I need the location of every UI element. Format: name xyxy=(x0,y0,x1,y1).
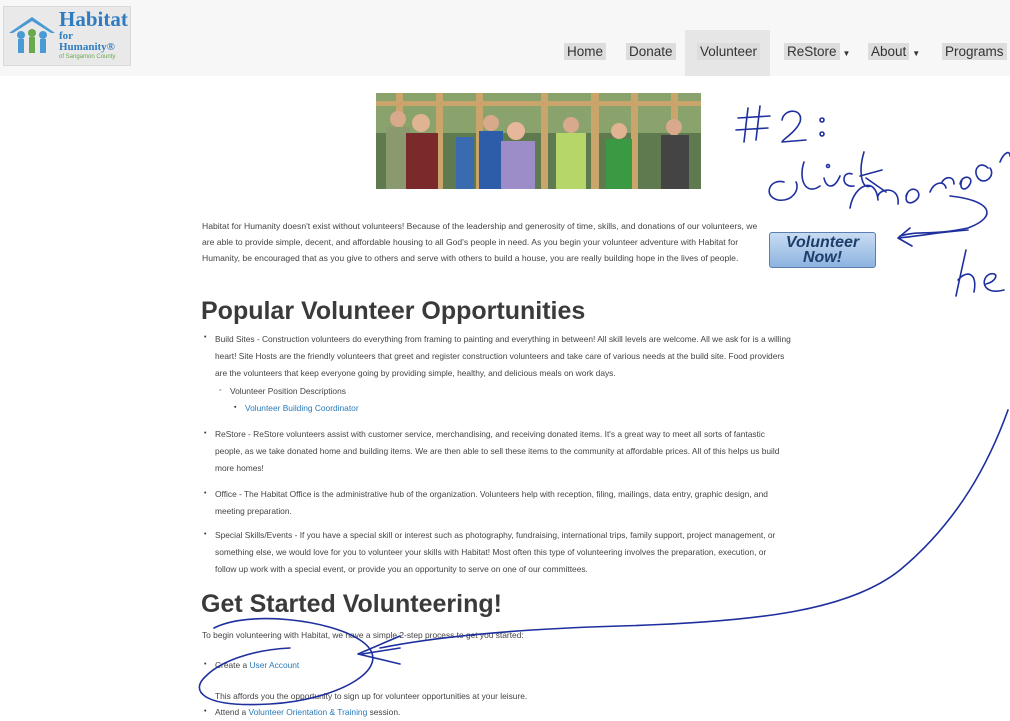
nav-item-about[interactable]: About▼ xyxy=(862,30,924,76)
step1-prefix: Create a xyxy=(215,660,249,670)
bullet: • xyxy=(204,531,206,538)
nav-item-home[interactable]: Home xyxy=(558,30,604,76)
build-sites-item: Build Sites - Construction volunteers do… xyxy=(215,331,895,383)
logo-subtitle: for Humanity® xyxy=(59,31,130,53)
step2-suffix: session. xyxy=(367,707,400,717)
restore-line3: more homes! xyxy=(215,460,895,477)
bullet: • xyxy=(204,708,206,715)
step2-item: Attend a Volunteer Orientation & Trainin… xyxy=(215,704,400,721)
bullet: • xyxy=(204,430,206,437)
restore-item: ReStore - ReStore volunteers assist with… xyxy=(215,426,895,478)
top-navbar: Habitat for Humanity® of Sangamon County… xyxy=(0,0,1010,76)
step2-prefix: Attend a xyxy=(215,707,249,717)
special-line2: something else, we would love for you to… xyxy=(215,544,895,561)
logo-chapter: of Sangamon County xyxy=(59,54,130,60)
intro-paragraph: Habitat for Humanity doesn't exist witho… xyxy=(202,218,772,267)
volunteer-building-coordinator-link[interactable]: Volunteer Building Coordinator xyxy=(245,400,359,417)
get-started-heading: Get Started Volunteering! xyxy=(201,590,502,619)
build-sites-line3: are the volunteers that keep everyone go… xyxy=(215,365,895,382)
habitat-logo[interactable]: Habitat for Humanity® of Sangamon County xyxy=(3,6,131,66)
logo-title: Habitat xyxy=(59,9,130,30)
step1-item: Create a User Account xyxy=(215,657,299,674)
special-skills-item: Special Skills/Events - If you have a sp… xyxy=(215,527,895,579)
bullet: • xyxy=(204,334,206,341)
house-people-icon xyxy=(7,13,57,55)
nav-label-about: About xyxy=(868,43,909,60)
special-line3: follow up work with a special event, or … xyxy=(215,561,895,578)
office-item: Office - The Habitat Office is the admin… xyxy=(215,486,895,520)
nav-item-programs[interactable]: Programs▼ xyxy=(936,30,1010,76)
orientation-training-link[interactable]: Volunteer Orientation & Training xyxy=(249,707,368,717)
volunteer-now-button[interactable]: Volunteer Now! xyxy=(769,232,876,268)
get-started-intro: To begin volunteering with Habitat, we h… xyxy=(202,627,524,644)
build-sites-line1: Build Sites - Construction volunteers do… xyxy=(215,331,895,348)
nav-label-volunteer: Volunteer xyxy=(697,43,760,60)
caret-down-icon: ▼ xyxy=(912,49,920,58)
volunteer-now-line2: Now! xyxy=(770,250,875,265)
step1-note: This affords you the opportunity to sign… xyxy=(215,688,527,705)
nav-item-restore[interactable]: ReStore▼ xyxy=(778,30,848,76)
nav-item-volunteer[interactable]: Volunteer xyxy=(685,30,770,76)
office-line1: Office - The Habitat Office is the admin… xyxy=(215,486,895,503)
logo-text: Habitat for Humanity® of Sangamon County xyxy=(59,9,130,60)
bullet: ▪ xyxy=(234,404,236,411)
nav-label-programs: Programs xyxy=(942,43,1007,60)
nav-label-restore: ReStore xyxy=(784,43,840,60)
nav-item-donate[interactable]: Donate xyxy=(620,30,680,76)
nav-label-donate: Donate xyxy=(626,43,676,60)
bullet: • xyxy=(204,490,206,497)
special-line1: Special Skills/Events - If you have a sp… xyxy=(215,527,895,544)
volunteer-now-line1: Volunteer xyxy=(770,235,875,250)
build-sites-line2: heart! Site Hosts are the friendly volun… xyxy=(215,348,895,365)
user-account-link[interactable]: User Account xyxy=(249,660,299,670)
bullet: • xyxy=(204,661,206,668)
position-descriptions-label: Volunteer Position Descriptions xyxy=(230,383,346,400)
office-line2: meeting preparation. xyxy=(215,503,895,520)
restore-line2: people, as we take donated home and buil… xyxy=(215,443,895,460)
caret-down-icon: ▼ xyxy=(843,49,851,58)
nav-label-home: Home xyxy=(564,43,606,60)
bullet: ◦ xyxy=(219,387,221,394)
volunteers-photo xyxy=(376,93,701,189)
restore-line1: ReStore - ReStore volunteers assist with… xyxy=(215,426,895,443)
popular-heading: Popular Volunteer Opportunities xyxy=(201,297,585,326)
photo-illustration xyxy=(376,93,701,189)
